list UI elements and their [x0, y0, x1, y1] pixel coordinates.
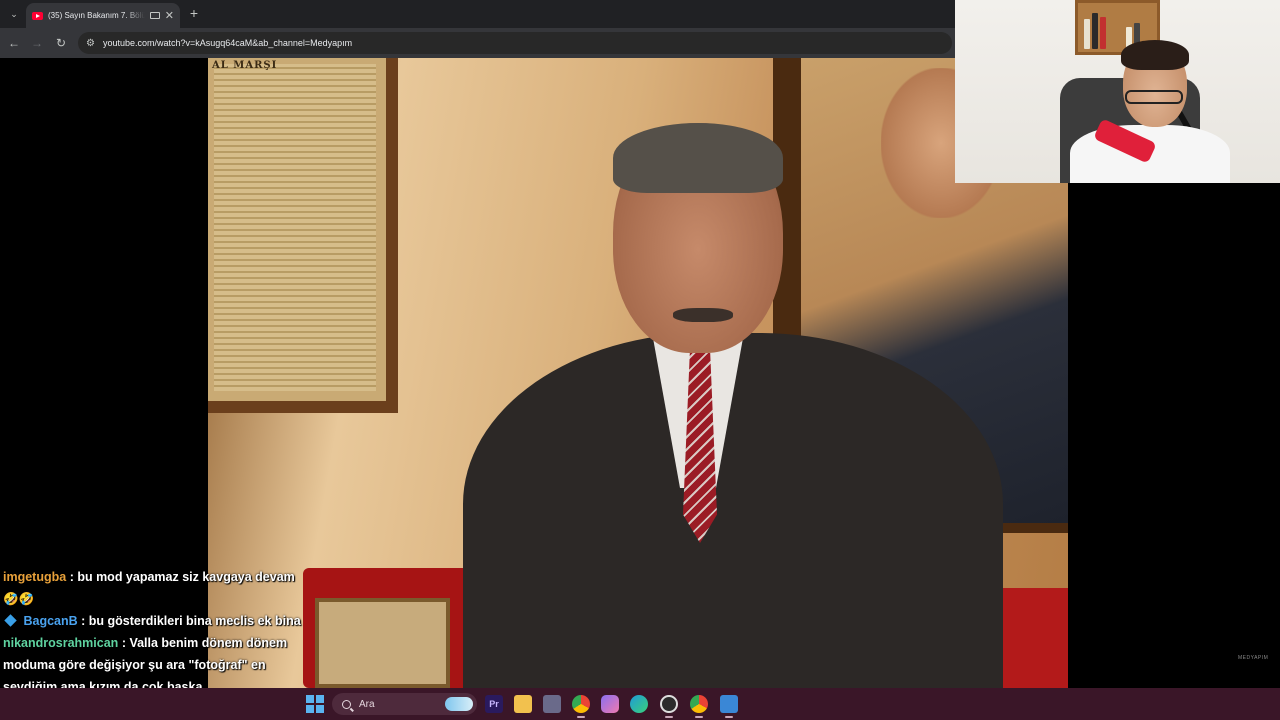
chat-username: imgetugba — [3, 570, 67, 584]
premiere-icon[interactable]: Pr — [485, 695, 503, 713]
taskbar: Ara Pr — [0, 688, 1280, 720]
reload-button[interactable]: ↻ — [52, 34, 70, 52]
edge-icon[interactable] — [630, 695, 648, 713]
tab-title: (35) Sayın Bakanım 7. Bölüm — [48, 11, 145, 20]
new-tab-button[interactable]: + — [186, 5, 202, 21]
chat-text: : bu gösterdikleri bina meclis ek bina — [81, 614, 301, 628]
forward-button[interactable]: → — [28, 34, 46, 52]
chat-message: BagcanB : bu gösterdikleri bina meclis e… — [3, 610, 303, 632]
chat-username: BagcanB — [23, 614, 78, 628]
diamond-badge-icon — [4, 614, 17, 627]
tab-list-button[interactable]: ⌄ — [4, 4, 24, 24]
speaker-figure — [463, 123, 1003, 688]
youtube-icon — [32, 11, 43, 20]
file-explorer-icon[interactable] — [514, 695, 532, 713]
framed-document: AL MARŞI — [208, 58, 398, 413]
anthem-heading: AL MARŞI — [212, 60, 278, 71]
site-info-icon[interactable]: ⚙ — [86, 38, 95, 49]
app-icon[interactable] — [543, 695, 561, 713]
plaque — [315, 598, 450, 688]
red-chair-right — [998, 588, 1068, 688]
active-indicator — [577, 716, 585, 718]
search-highlight-icon — [445, 697, 473, 711]
active-indicator — [665, 716, 673, 718]
active-indicator — [725, 716, 733, 718]
browser-tab[interactable]: (35) Sayın Bakanım 7. Bölüm ✕ — [26, 3, 180, 28]
windows-start-icon[interactable] — [306, 695, 324, 713]
copilot-icon[interactable] — [601, 695, 619, 713]
obs-icon[interactable] — [660, 695, 678, 713]
chat-message: imgetugba : bu mod yapamaz siz kavgaya d… — [3, 566, 303, 610]
picture-in-picture-icon[interactable] — [149, 12, 160, 19]
webcam-overlay — [955, 0, 1280, 183]
search-icon — [342, 699, 351, 709]
video-player[interactable]: AL MARŞI — [208, 58, 1068, 688]
close-tab-icon[interactable]: ✕ — [165, 9, 174, 22]
chrome-icon[interactable] — [572, 695, 590, 713]
search-placeholder: Ara — [359, 698, 375, 710]
taskbar-search[interactable]: Ara — [332, 693, 477, 715]
chrome-profile-icon[interactable] — [690, 695, 708, 713]
chat-overlay: imgetugba : bu mod yapamaz siz kavgaya d… — [3, 566, 303, 698]
browser-toolbar: ← → ↻ ⚙ youtube.com/watch?v=kAsugq64caM&… — [0, 28, 955, 58]
streaming-app-icon[interactable] — [720, 695, 738, 713]
url-text: youtube.com/watch?v=kAsugq64caM&ab_chann… — [102, 38, 353, 48]
address-bar[interactable]: ⚙ youtube.com/watch?v=kAsugq64caM&ab_cha… — [78, 32, 952, 54]
back-button[interactable]: ← — [5, 34, 23, 52]
chat-username: nikandrosrahmican — [3, 636, 119, 650]
tab-strip: ⌄ (35) Sayın Bakanım 7. Bölüm ✕ + — [0, 0, 955, 28]
video-watermark: MEDYAPIM — [1238, 655, 1269, 661]
active-indicator — [695, 716, 703, 718]
